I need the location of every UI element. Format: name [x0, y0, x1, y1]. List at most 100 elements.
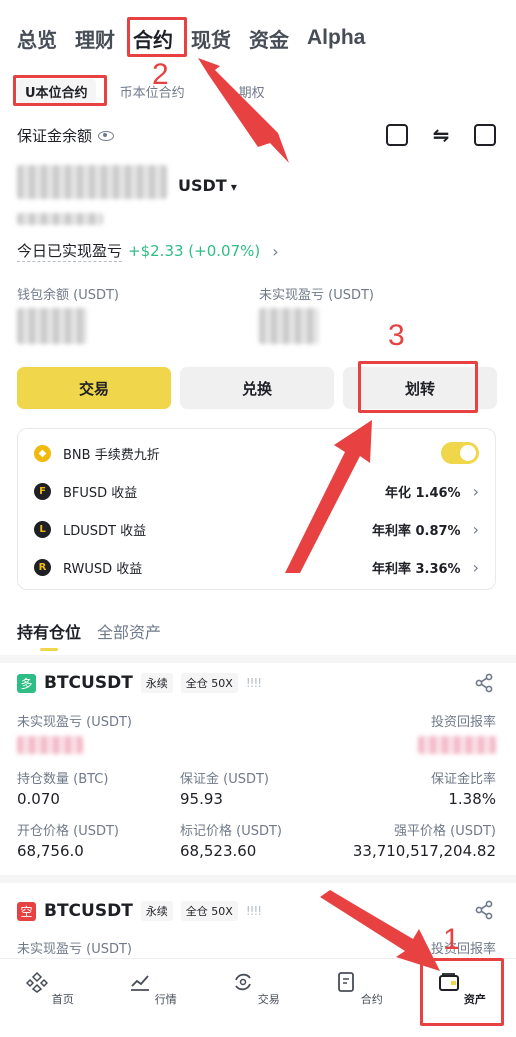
position-symbol: BTCUSDT [44, 901, 133, 921]
active-tab-indicator [40, 648, 58, 651]
nav-home[interactable]: 首页 [15, 971, 85, 1007]
nav-markets[interactable]: 行情 [118, 971, 188, 1007]
highlight-box-transfer [358, 361, 478, 413]
promo-rate-value: 年利率 0.87% [371, 523, 461, 539]
promo-label: RWUSD 收益 [63, 561, 143, 577]
chevron-right-icon: › [472, 557, 479, 577]
subtab-coinm-futures[interactable]: 币本位合约 [112, 79, 193, 104]
leverage-tag: 全仓 50X [180, 901, 238, 921]
unrealized-pnl-hidden [17, 736, 83, 754]
tab-all-assets[interactable]: 全部资产 [97, 619, 161, 643]
unrealized-pnl-label: 未实现盈亏 (USDT) [17, 715, 132, 730]
tab-earn[interactable]: 理财 [75, 24, 115, 53]
rwusd-coin-icon: R [34, 558, 51, 576]
position-symbol: BTCUSDT [44, 673, 133, 693]
margin-value: 95.93 [180, 790, 223, 808]
promo-label: BNB 手续费九折 [63, 447, 160, 463]
highlight-box-usdm-tab [13, 75, 107, 106]
tab-alpha[interactable]: Alpha [307, 26, 365, 50]
currency-selector[interactable]: USDT [178, 176, 237, 195]
nav-trade-label: 交易 [257, 993, 280, 1006]
leverage-tag: 全仓 50X [180, 673, 238, 693]
tab-funding[interactable]: 资金 [249, 24, 289, 53]
liquidation-price-value: 33,710,517,204.82 [352, 842, 496, 860]
nav-futures[interactable]: 合约 [324, 971, 394, 1007]
long-badge: 多 [17, 673, 36, 693]
earn-promo-card: ◆ BNB 手续费九折 F BFUSD 收益 年化 1.46% › L LDUSD… [17, 428, 496, 590]
bnb-discount-toggle[interactable] [441, 442, 479, 464]
share-icon[interactable] [474, 673, 494, 693]
promo-rate: 年利率 3.36% › [372, 558, 479, 577]
promo-label: BFUSD 收益 [63, 485, 138, 501]
history-icon[interactable] [474, 124, 496, 146]
share-icon[interactable] [474, 900, 494, 920]
trade-cycle-icon [235, 973, 252, 991]
chevron-right-icon: › [472, 481, 479, 501]
highlight-box-assets-nav [420, 958, 504, 1026]
bnb-coin-icon: ◆ [34, 444, 51, 462]
balance-fiat-hidden [17, 213, 103, 225]
home-diamond-icon [26, 971, 49, 993]
holdings-tab-bar: 持有仓位 全部资产 [17, 619, 161, 643]
balance-amount-hidden [17, 165, 167, 199]
promo-rate: 年化 1.46% › [385, 482, 479, 501]
highlight-box-futures-tab [127, 17, 187, 57]
position-header[interactable]: 空 BTCUSDT 永续 全仓 50X !!!! [17, 901, 262, 921]
arrow-to-futures-tab [198, 58, 289, 163]
swap-arrows-icon[interactable]: ⇋ [430, 124, 452, 146]
nav-trade[interactable]: 交易 [221, 971, 291, 1007]
unrealized-pnl-label: 未实现盈亏 (USDT) [259, 288, 374, 303]
margin-label: 保证金 (USDT) [180, 772, 269, 787]
promo-row-bnb[interactable]: ◆ BNB 手续费九折 [34, 441, 479, 465]
ldusdt-coin-icon: L [34, 520, 51, 538]
tab-open-positions[interactable]: 持有仓位 [17, 619, 81, 643]
margin-balance-label: 保证金余额 [17, 125, 115, 146]
camera-icon[interactable] [386, 124, 408, 146]
roi-label: 投资回报率 [430, 715, 496, 730]
chevron-right-icon: › [272, 241, 279, 261]
section-divider [0, 875, 516, 883]
promo-row-rwusd[interactable]: R RWUSD 收益 年利率 3.36% › [34, 555, 479, 579]
section-divider [0, 655, 516, 663]
liquidation-price-label: 强平价格 (USDT) [394, 824, 496, 839]
chart-icon [131, 975, 150, 991]
eye-icon[interactable] [98, 130, 115, 141]
promo-rate-value: 年化 1.46% [384, 485, 461, 501]
position-header[interactable]: 多 BTCUSDT 永续 全仓 50X !!!! [17, 673, 262, 693]
short-badge: 空 [17, 901, 36, 921]
promo-row-ldusdt[interactable]: L LDUSDT 收益 年利率 0.87% › [34, 517, 479, 541]
roi-hidden [418, 736, 496, 754]
today-pnl-label: 今日已实现盈亏 [17, 242, 123, 262]
top-tab-bar: 总览 理财 合约 现货 资金 Alpha [17, 18, 383, 58]
trade-button[interactable]: 交易 [17, 367, 171, 409]
promo-row-bfusd[interactable]: F BFUSD 收益 年化 1.46% › [34, 479, 479, 503]
today-pnl-value: +$2.33 (+0.07%) [128, 242, 261, 260]
nav-home-label: 首页 [51, 993, 74, 1006]
size-value: 0.070 [17, 790, 60, 808]
wallet-balance-hidden [17, 308, 87, 344]
nav-futures-label: 合约 [360, 993, 383, 1006]
subtab-options[interactable]: 期权 [231, 79, 273, 104]
mark-price-value: 68,523.60 [180, 842, 257, 860]
tab-overview[interactable]: 总览 [17, 24, 57, 53]
unrealized-pnl-label: 未实现盈亏 (USDT) [17, 942, 132, 957]
entry-price-value: 68,756.0 [17, 842, 84, 860]
perpetual-tag: 永续 [140, 673, 173, 693]
nav-markets-label: 行情 [154, 993, 177, 1006]
wallet-balance-label: 钱包余额 (USDT) [17, 288, 119, 303]
today-pnl-row[interactable]: 今日已实现盈亏 +$2.33 (+0.07%) › [17, 240, 279, 262]
promo-label: LDUSDT 收益 [63, 523, 147, 539]
chevron-right-icon: › [472, 519, 479, 539]
roi-label: 投资回报率 [430, 942, 496, 957]
account-toolbar: ⇋ [386, 124, 496, 146]
promo-rate-value: 年利率 3.36% [371, 561, 461, 577]
convert-button[interactable]: 兑换 [180, 367, 334, 409]
step-3-label: 3 [388, 319, 405, 352]
step-1-label: 1 [443, 923, 460, 956]
bfusd-coin-icon: F [34, 482, 51, 500]
tab-spot[interactable]: 现货 [191, 24, 231, 53]
entry-price-label: 开仓价格 (USDT) [17, 824, 119, 839]
unrealized-pnl-hidden [259, 308, 319, 344]
size-label: 持仓数量 (BTC) [17, 772, 109, 787]
mark-price-label: 标记价格 (USDT) [180, 824, 282, 839]
